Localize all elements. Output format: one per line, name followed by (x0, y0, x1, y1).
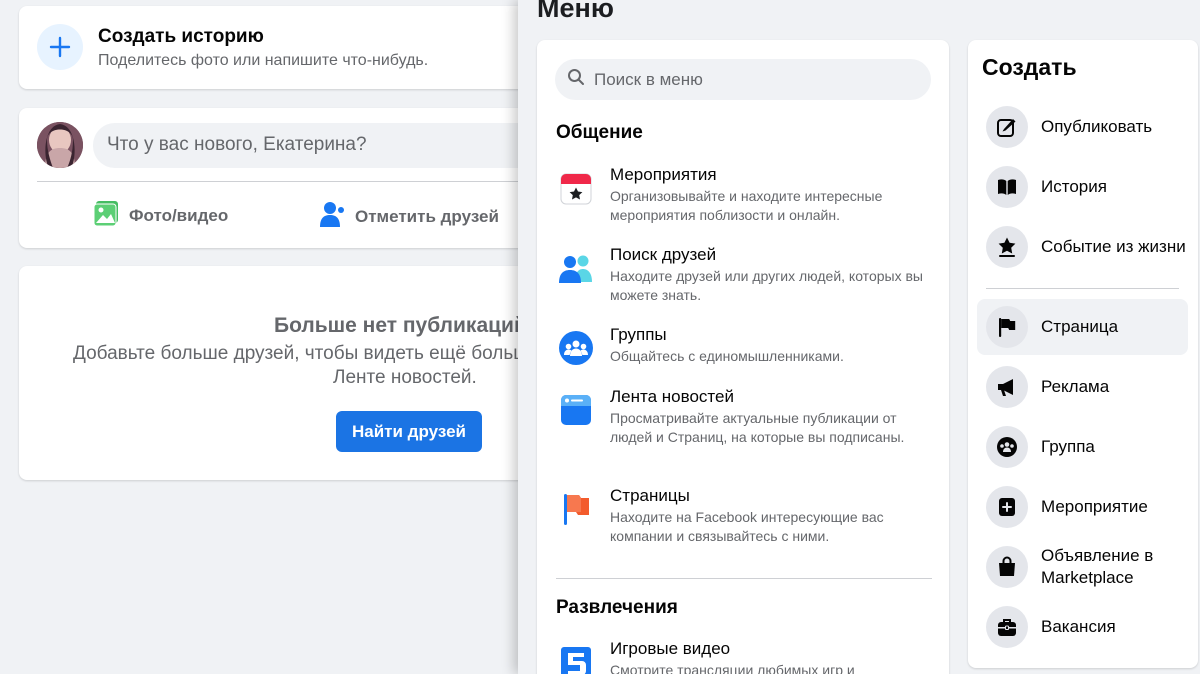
pages-flag-icon (556, 489, 596, 529)
no-more-posts-text-2: Ленте новостей. (333, 367, 477, 388)
photo-video-label: Фото/видео (129, 205, 229, 225)
create-story-card[interactable]: Создать историю Поделитесь фото или напи… (19, 6, 549, 89)
create-item-life-event[interactable]: Событие из жизни (977, 219, 1188, 275)
menu-item-title: Страницы (610, 486, 690, 505)
menu-item-groups[interactable]: Группы Общайтесь с единомышленниками. (556, 325, 932, 369)
megaphone-icon (986, 366, 1028, 408)
create-story-subtitle: Поделитесь фото или напишите что-нибудь. (98, 52, 429, 69)
tag-friends-label: Отметить друзей (355, 206, 499, 226)
menu-item-gaming-video[interactable]: Игровые видео Смотрите трансляции любимы… (556, 639, 932, 674)
menu-heading: Меню (537, 0, 614, 23)
avatar[interactable] (37, 122, 83, 168)
menu-item-desc: Организовывайте и находите интересные ме… (610, 188, 883, 223)
menu-item-find-friends[interactable]: Поиск друзей Находите друзей или других … (556, 245, 932, 307)
no-more-posts-text: Добавьте больше друзей, чтобы видеть ещё… (73, 343, 549, 364)
menu-item-title: Поиск друзей (610, 245, 717, 264)
create-item-job[interactable]: Вакансия (977, 599, 1188, 655)
menu-item-title: Лента новостей (610, 387, 734, 406)
tag-friends-button[interactable]: Отметить друзей (319, 200, 499, 233)
menu-item-desc: Общайтесь с единомышленниками. (610, 348, 844, 364)
create-item-label: Опубликовать (1041, 117, 1153, 136)
create-item-label: Мероприятие (1041, 497, 1148, 516)
create-item-label: Вакансия (1041, 617, 1116, 636)
menu-divider (556, 578, 932, 579)
menu-item-title: Игровые видео (610, 639, 731, 658)
menu-item-desc: Смотрите трансляции любимых игр и (610, 662, 855, 674)
create-item-page[interactable]: Страница (977, 299, 1188, 355)
no-more-posts-title: Больше нет публикаций (274, 314, 527, 337)
whats-new-input[interactable]: Что у вас нового, Екатерина? (93, 123, 549, 168)
create-item-label: История (1041, 177, 1107, 196)
create-item-label: Группа (1041, 437, 1095, 456)
create-item-label: Объявление в Marketplace (1041, 546, 1154, 587)
menu-item-desc: Просматривайте актуальные публикации от … (610, 410, 905, 445)
create-item-label: Страница (1041, 317, 1119, 336)
photo-video-button[interactable]: Фото/видео (93, 200, 228, 231)
book-icon (986, 166, 1028, 208)
create-item-label: Событие из жизни (1041, 237, 1186, 256)
life-event-star-icon (986, 226, 1028, 268)
create-item-group[interactable]: Группа (977, 419, 1188, 475)
photo-icon (93, 200, 121, 231)
menu-item-title: Группы (610, 325, 667, 344)
section-title-communication: Общение (556, 122, 643, 143)
menu-item-title: Мероприятия (610, 165, 717, 184)
groups-icon (556, 328, 596, 368)
search-icon (567, 68, 585, 91)
create-item-ad[interactable]: Реклама (977, 359, 1188, 415)
menu-search-input[interactable]: Поиск в меню (555, 59, 931, 100)
create-story-title: Создать историю (98, 26, 264, 47)
create-divider (986, 288, 1179, 289)
menu-search-placeholder: Поиск в меню (594, 69, 703, 89)
menu-item-news-feed[interactable]: Лента новостей Просматривайте актуальные… (556, 387, 932, 469)
plus-icon (37, 24, 83, 70)
no-more-posts-card: Больше нет публикаций Добавьте больше др… (19, 266, 549, 480)
create-panel: Создать Опубликовать История Событие из … (968, 40, 1198, 668)
create-item-marketplace[interactable]: Объявление в Marketplace (977, 539, 1188, 595)
news-feed-icon (556, 390, 596, 430)
briefcase-icon (986, 606, 1028, 648)
create-item-event[interactable]: Мероприятие (977, 479, 1188, 535)
composer-divider (37, 181, 549, 182)
create-item-post[interactable]: Опубликовать (977, 99, 1188, 155)
create-item-label: Реклама (1041, 377, 1110, 396)
calendar-icon (556, 168, 596, 208)
menu-panel: Поиск в меню Общение Мероприятия Организ… (537, 40, 949, 674)
tag-friends-icon (319, 200, 347, 233)
friends-icon (556, 248, 596, 288)
menu-overlay: Меню Поиск в меню Общение Мероприятия Ор… (518, 0, 1200, 674)
section-title-entertainment: Развлечения (556, 597, 678, 618)
gaming-video-icon (556, 642, 596, 674)
page-flag-icon (986, 306, 1028, 348)
find-friends-button[interactable]: Найти друзей (336, 411, 482, 452)
post-composer: Что у вас нового, Екатерина? Фото/видео … (19, 108, 549, 248)
menu-item-pages[interactable]: Страницы Находите на Facebook интересующ… (556, 486, 932, 548)
calendar-plus-icon (986, 486, 1028, 528)
group-icon (986, 426, 1028, 468)
compose-icon (986, 106, 1028, 148)
create-panel-title: Создать (982, 54, 1077, 80)
menu-item-desc: Находите друзей или других людей, которы… (610, 268, 923, 303)
shopping-bag-icon (986, 546, 1028, 588)
create-item-story[interactable]: История (977, 159, 1188, 215)
menu-item-events[interactable]: Мероприятия Организовывайте и находите и… (556, 165, 932, 227)
menu-item-desc: Находите на Facebook интересующие вас ко… (610, 509, 884, 544)
